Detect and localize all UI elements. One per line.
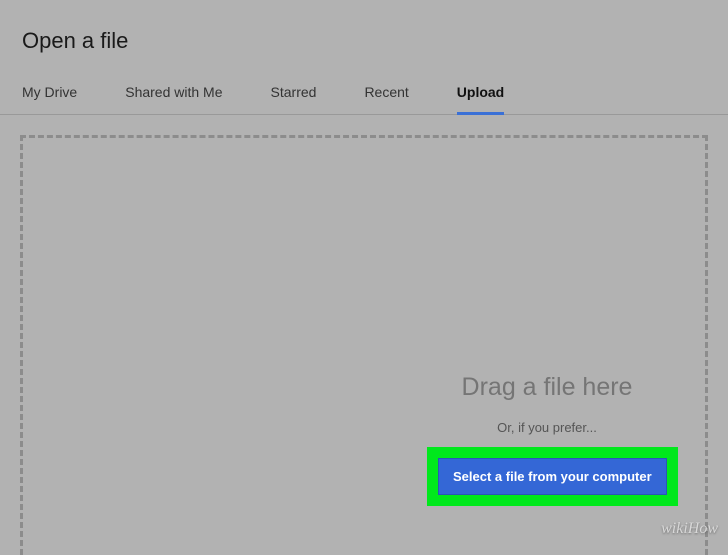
drop-zone[interactable]: Drag a file here Or, if you prefer... Se… [20,135,708,555]
drop-content: Drag a file here Or, if you prefer... Se… [427,373,667,506]
drag-file-text: Drag a file here [427,373,667,402]
select-file-button[interactable]: Select a file from your computer [438,458,667,495]
tab-recent[interactable]: Recent [364,76,408,114]
tab-shared-with-me[interactable]: Shared with Me [125,76,222,114]
highlight-box: Select a file from your computer [427,447,678,506]
tab-starred[interactable]: Starred [271,76,317,114]
tab-upload[interactable]: Upload [457,76,504,114]
tab-my-drive[interactable]: My Drive [22,76,77,114]
or-prefer-text: Or, if you prefer... [427,420,667,435]
dialog-title: Open a file [0,0,728,76]
watermark: wikiHow [661,520,718,538]
tab-bar: My Drive Shared with Me Starred Recent U… [0,76,728,115]
